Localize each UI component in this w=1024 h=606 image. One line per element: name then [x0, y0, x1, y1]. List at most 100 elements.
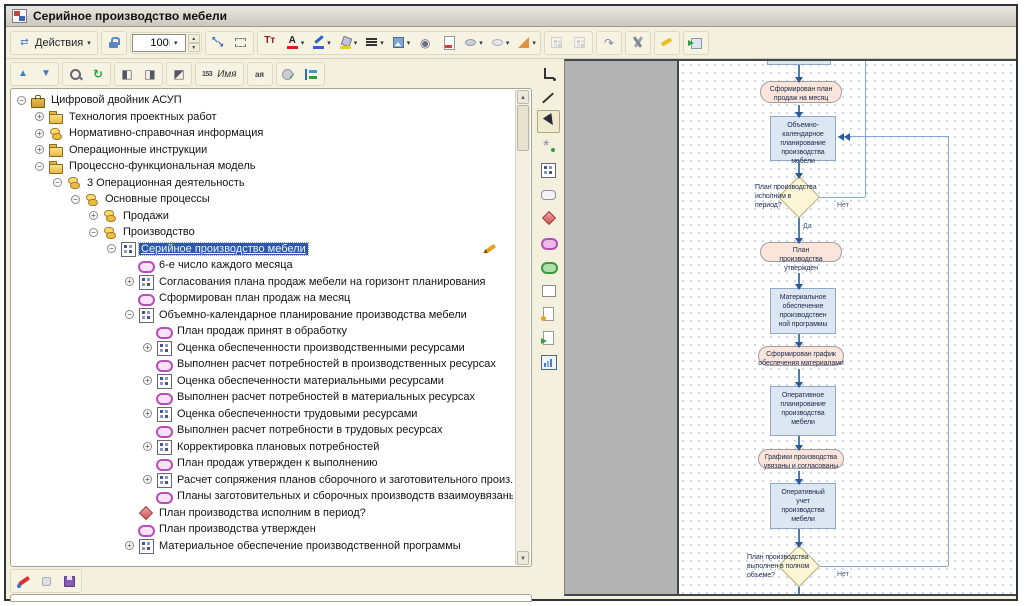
tree-item[interactable]: −Объемно-календарное планирование произв… — [13, 307, 513, 324]
expand-toggle[interactable]: + — [125, 277, 134, 286]
expand-toggle[interactable]: − — [107, 244, 116, 253]
tree-item[interactable]: +Согласования плана продаж мебели на гор… — [13, 274, 513, 291]
font-color-button[interactable]: ▾ — [282, 33, 308, 53]
tree-item[interactable]: −Процессно-функциональная модель — [13, 158, 513, 175]
event-node[interactable]: Графики производстваувязаны и согласован… — [758, 449, 844, 469]
expand-toggle[interactable]: + — [35, 145, 44, 154]
sort-button[interactable] — [249, 64, 271, 84]
process-node[interactable]: Объемно-календарноепланированиепроизводс… — [770, 116, 836, 161]
picture-button[interactable]: ▾ — [388, 33, 414, 53]
shape-1-button[interactable]: ▾ — [460, 33, 486, 53]
rotate-button[interactable] — [598, 33, 620, 53]
tree-item[interactable]: +Оценка обеспеченности материальными рес… — [13, 373, 513, 390]
tree-item[interactable]: −Серийное производство мебели — [13, 241, 513, 258]
expand-toggle[interactable]: + — [143, 376, 152, 385]
tree-item[interactable]: −Производство — [13, 224, 513, 241]
tree-scrollbar[interactable]: ▲ ▼ — [515, 90, 530, 565]
tree-item[interactable]: +Продажи — [13, 208, 513, 225]
move-up-button[interactable] — [12, 64, 34, 84]
event-node[interactable]: Планпроизводстваутвержден — [760, 242, 842, 262]
expand-toggle[interactable]: + — [125, 541, 134, 550]
action-shape-tool-button[interactable] — [537, 254, 560, 277]
search-button[interactable] — [64, 64, 86, 84]
shape-2-button[interactable]: ▾ — [487, 33, 513, 53]
tree-item[interactable]: +Материальное обеспечение производственн… — [13, 538, 513, 555]
decision-shape-tool-button[interactable] — [537, 206, 560, 229]
scroll-down-button[interactable]: ▼ — [517, 551, 529, 565]
save-button[interactable] — [58, 571, 80, 591]
lock-button[interactable] — [103, 33, 125, 53]
expand-toggle[interactable]: + — [143, 442, 152, 451]
tree-item[interactable]: +Технология проектных работ — [13, 109, 513, 126]
target-button[interactable] — [414, 33, 436, 53]
scrollbar-thumb[interactable] — [517, 105, 529, 151]
expand-toggle[interactable]: − — [17, 96, 26, 105]
spin-down-button[interactable]: ▼ — [188, 43, 200, 52]
move-down-button[interactable] — [35, 64, 57, 84]
refresh-button[interactable] — [87, 64, 109, 84]
tree-item[interactable]: +Расчет сопряжения планов сборочного и з… — [13, 472, 513, 489]
panel-right-button[interactable] — [139, 64, 161, 84]
scroll-up-button[interactable]: ▲ — [517, 90, 529, 104]
service-button[interactable] — [627, 33, 649, 53]
fill-color-button[interactable]: ▾ — [335, 33, 361, 53]
tree-item[interactable]: +Корректировка плановых потребностей — [13, 439, 513, 456]
expand-toggle[interactable]: − — [125, 310, 134, 319]
tree-item[interactable]: План производства утвержден — [13, 521, 513, 538]
expand-toggle[interactable]: − — [89, 228, 98, 237]
actions-button[interactable]: Действия▾ — [12, 33, 96, 53]
page-button[interactable] — [437, 33, 459, 53]
tree-item[interactable]: +Операционные инструкции — [13, 142, 513, 159]
tree-item[interactable]: Выполнен расчет потребности в трудовых р… — [13, 422, 513, 439]
tree-item[interactable]: +Нормативно-справочная информация — [13, 125, 513, 142]
spin-up-button[interactable]: ▲ — [188, 34, 200, 43]
line-style-button[interactable]: ▾ — [361, 33, 387, 53]
preview-button[interactable] — [35, 571, 57, 591]
export-button[interactable] — [685, 33, 707, 53]
state-shape-tool-button[interactable] — [537, 182, 560, 205]
tree-item[interactable]: −Цифровой двойник АСУП — [13, 92, 513, 109]
expand-toggle[interactable]: + — [143, 343, 152, 352]
connector-line-tool-button[interactable] — [537, 86, 560, 109]
rectangle-shape-tool-button[interactable] — [537, 278, 560, 301]
expand-toggle[interactable]: + — [35, 112, 44, 121]
tree-item[interactable]: −3 Операционная деятельность — [13, 175, 513, 192]
page-import-tool-button[interactable] — [537, 326, 560, 349]
process-node[interactable]: Материальноеобеспечениепроизводственной … — [770, 288, 836, 334]
auto-layout-tool-button[interactable] — [537, 134, 560, 157]
tree-item[interactable]: Сформирован план продаж на месяц — [13, 290, 513, 307]
edit-red-button[interactable] — [12, 571, 34, 591]
expand-toggle[interactable]: − — [53, 178, 62, 187]
tree-item[interactable]: План продаж принят в обработку — [13, 323, 513, 340]
process-node[interactable]: Оперативныйучетпроизводствамебели — [770, 483, 836, 529]
chart-tool-button[interactable] — [537, 350, 560, 373]
page-new-tool-button[interactable] — [537, 302, 560, 325]
process-shape-tool-button[interactable] — [537, 158, 560, 181]
zoom-input[interactable] — [133, 37, 169, 49]
tree-item[interactable]: +Оценка обеспеченности трудовыми ресурса… — [13, 406, 513, 423]
expand-toggle[interactable]: + — [35, 129, 44, 138]
panel-top-button[interactable] — [168, 64, 190, 84]
connector-elbow-tool-button[interactable] — [537, 62, 560, 85]
selection-mode-button[interactable] — [230, 33, 252, 53]
expand-toggle[interactable]: − — [71, 195, 80, 204]
tree-item[interactable]: План продаж утвержден к выполнению — [13, 455, 513, 472]
diagram-page[interactable]: Сформирован планпродаж на месяц Объемно-к… — [677, 61, 1016, 594]
panel-left-button[interactable] — [116, 64, 138, 84]
tree-item[interactable]: План производства исполним в период? — [13, 505, 513, 522]
tree-item[interactable]: Планы заготовительных и сборочных произв… — [13, 488, 513, 505]
expand-toggle[interactable]: + — [143, 409, 152, 418]
tree-item[interactable]: 6-е число каждого месяца — [13, 257, 513, 274]
zoom-dropdown-button[interactable]: ▾ — [169, 39, 182, 47]
font-button[interactable] — [259, 33, 281, 53]
tree-item[interactable]: +Оценка обеспеченности производственными… — [13, 340, 513, 357]
expand-toggle[interactable]: + — [89, 211, 98, 220]
zoom-fit-button[interactable] — [207, 33, 229, 53]
tree-item[interactable]: Выполнен расчет потребностей в материаль… — [13, 389, 513, 406]
event-node[interactable]: Сформирован планпродаж на месяц — [760, 81, 842, 103]
pointer-tool-button[interactable] — [537, 110, 560, 133]
expand-toggle[interactable]: + — [143, 475, 152, 484]
event-node[interactable]: Сформирован графикобеспечения материалам… — [758, 346, 844, 366]
tree-item[interactable]: Выполнен расчет потребностей в производс… — [13, 356, 513, 373]
process-node[interactable]: Оперативноепланированиепроизводствамебел… — [770, 386, 836, 436]
